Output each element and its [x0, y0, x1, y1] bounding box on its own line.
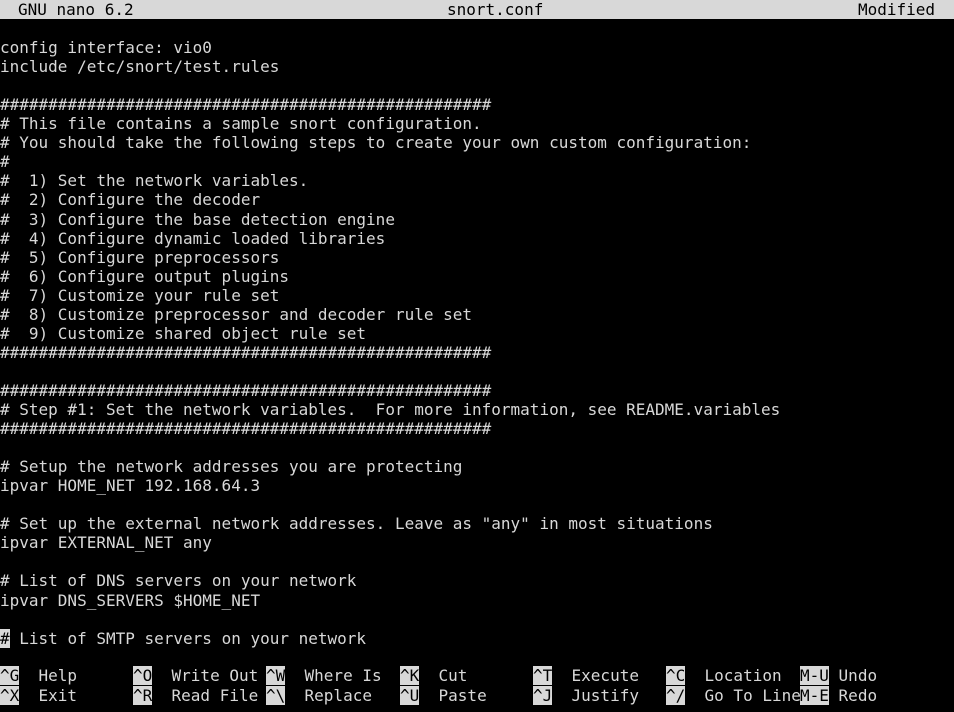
shortcut-label: Redo — [838, 685, 878, 705]
editor-line[interactable]: ipvar HOME_NET 192.168.64.3 — [0, 476, 260, 495]
editor-line[interactable]: # List of SMTP servers on your network — [0, 628, 367, 648]
editor-line[interactable]: # 6) Configure output plugins — [0, 267, 289, 286]
editor-line[interactable]: # Step #1: Set the network variables. Fo… — [0, 400, 780, 419]
shortcut-key: ^R — [133, 685, 153, 705]
shortcut-cut[interactable]: ^K Cut — [400, 666, 467, 685]
shortcut-label: Cut — [438, 666, 468, 685]
editor-line[interactable]: # 7) Customize your rule set — [0, 286, 279, 305]
shortcut-key: ^U — [400, 685, 420, 705]
shortcut-go-to-line[interactable]: ^/ Go To Line — [666, 685, 801, 705]
shortcut-key: M-U — [800, 666, 829, 685]
shortcut-label: Help — [38, 666, 78, 685]
shortcut-label: Location — [704, 666, 782, 685]
editor-line[interactable]: ########################################… — [0, 381, 491, 400]
shortcut-key: ^K — [400, 666, 420, 685]
shortcut-replace[interactable]: ^\ Replace — [266, 685, 372, 705]
editor-line[interactable]: ########################################… — [0, 95, 491, 114]
shortcut-key: ^/ — [666, 685, 686, 705]
shortcut-label: Replace — [304, 685, 372, 705]
editor-line-text: List of SMTP servers on your network — [9, 628, 367, 648]
shortcut-label: Read File — [171, 685, 259, 705]
shortcut-label: Write Out — [171, 666, 259, 685]
editor-line[interactable]: # 1) Set the network variables. — [0, 171, 308, 190]
editor-line[interactable]: ########################################… — [0, 419, 491, 438]
editor-line[interactable]: config interface: vio0 — [0, 38, 212, 57]
shortcut-key: ^J — [533, 685, 553, 705]
shortcut-key: M-E — [800, 685, 829, 705]
editor-line[interactable]: # You should take the following steps to… — [0, 133, 751, 152]
text-cursor: # — [0, 628, 10, 648]
editor-line[interactable]: # — [0, 152, 10, 171]
shortcut-help[interactable]: ^G Help — [0, 666, 77, 685]
shortcut-key: ^\ — [266, 685, 286, 705]
shortcut-exit[interactable]: ^X Exit — [0, 685, 78, 705]
shortcut-label: Paste — [438, 685, 487, 705]
shortcut-key: ^W — [266, 666, 286, 685]
shortcut-paste[interactable]: ^U Paste — [400, 685, 487, 705]
shortcut-write-out[interactable]: ^O Write Out — [133, 666, 258, 685]
editor-line[interactable]: # This file contains a sample snort conf… — [0, 114, 482, 133]
shortcut-key: ^X — [0, 685, 20, 705]
shortcut-read-file[interactable]: ^R Read File — [133, 685, 259, 705]
shortcut-label: Justify — [571, 685, 639, 705]
shortcut-label: Where Is — [304, 666, 382, 685]
editor-line[interactable]: # 3) Configure the base detection engine — [0, 210, 395, 229]
shortcut-undo[interactable]: M-U Undo — [800, 666, 877, 685]
editor-line[interactable]: # Setup the network addresses you are pr… — [0, 457, 462, 476]
shortcut-key: ^O — [133, 666, 153, 685]
editor-line[interactable]: ########################################… — [0, 343, 491, 362]
shortcut-where-is[interactable]: ^W Where Is — [266, 666, 382, 685]
editor-line[interactable]: # 2) Configure the decoder — [0, 190, 260, 209]
shortcut-key: ^T — [533, 666, 553, 685]
shortcut-label: Exit — [38, 685, 78, 705]
editor-line[interactable]: # List of DNS servers on your network — [0, 571, 356, 590]
editor-area[interactable]: config interface: vio0 include /etc/snort… — [0, 0, 954, 650]
editor-line[interactable]: # Set up the external network addresses.… — [0, 514, 713, 533]
shortcut-label: Execute — [571, 666, 639, 685]
editor-line[interactable]: ipvar EXTERNAL_NET any — [0, 533, 212, 552]
shortcut-help-bar: ^G Help ^X Exit ^O Write Out ^R Read File ^W… — [0, 666, 954, 706]
shortcut-execute[interactable]: ^T Execute — [533, 666, 639, 685]
editor-line[interactable]: # 9) Customize shared object rule set — [0, 324, 366, 343]
shortcut-redo[interactable]: M-E Redo — [800, 685, 878, 705]
editor-line[interactable]: ipvar DNS_SERVERS $HOME_NET — [0, 591, 260, 610]
editor-line[interactable]: # 5) Configure preprocessors — [0, 248, 279, 267]
shortcut-location[interactable]: ^C Location — [666, 666, 782, 685]
editor-line[interactable]: # 8) Customize preprocessor and decoder … — [0, 305, 472, 324]
shortcut-label: Go To Line — [704, 685, 801, 705]
shortcut-label: Undo — [838, 666, 878, 685]
shortcut-justify[interactable]: ^J Justify — [533, 685, 639, 705]
editor-line[interactable]: # 4) Configure dynamic loaded libraries — [0, 229, 385, 248]
shortcut-key: ^G — [0, 666, 20, 685]
editor-line[interactable]: include /etc/snort/test.rules — [0, 57, 279, 76]
shortcut-key: ^C — [666, 666, 686, 685]
